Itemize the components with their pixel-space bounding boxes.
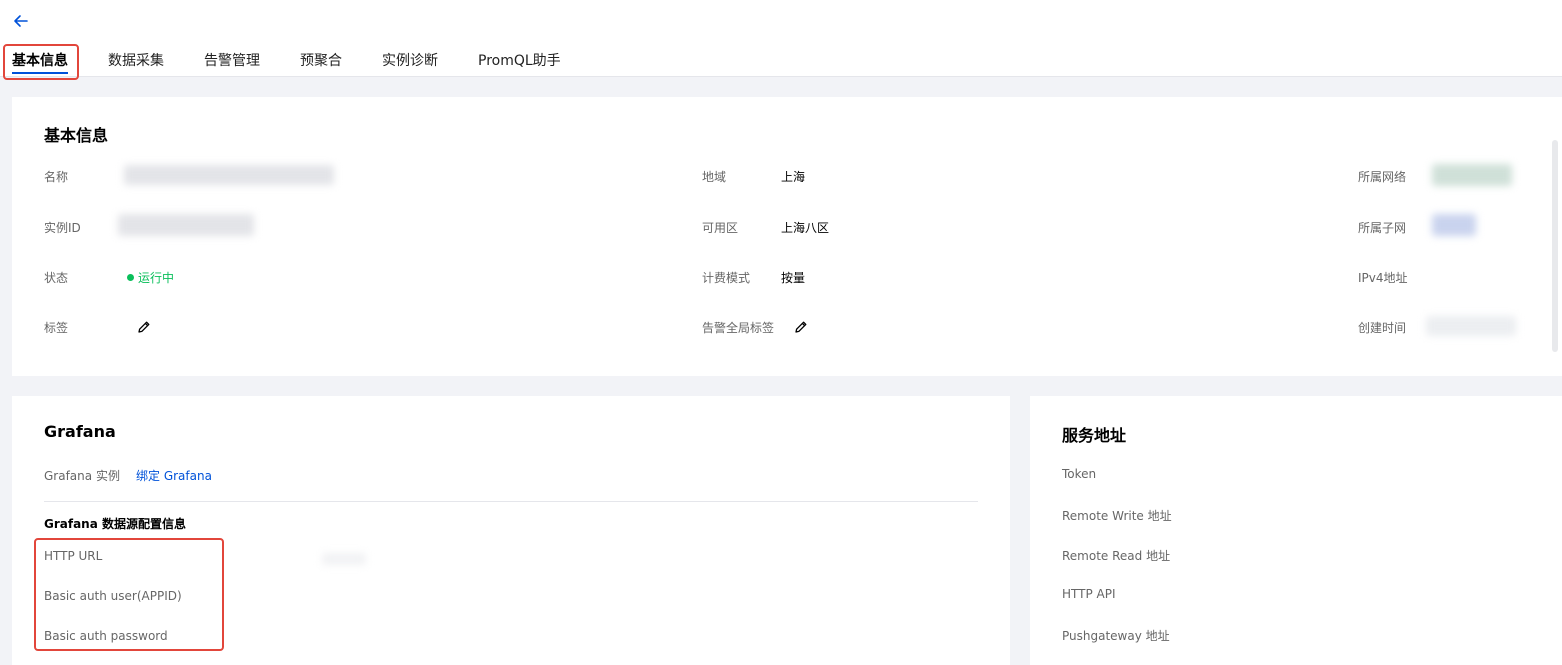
name-value-redacted: [124, 165, 334, 185]
remote-read-label: Remote Read 地址: [1062, 549, 1171, 563]
vpc-label: 所属网络: [1358, 170, 1407, 184]
grafana-title: Grafana: [44, 422, 116, 441]
tab-label: PromQL助手: [478, 53, 561, 69]
bind-grafana-link[interactable]: 绑定 Grafana: [136, 467, 212, 484]
vpc-value-redacted[interactable]: [1432, 164, 1512, 186]
region-value: 上海: [781, 170, 806, 184]
basic-info-card: [12, 97, 1562, 376]
top-bar: 基本信息 数据采集 告警管理 预聚合 实例诊断 PromQL助手: [0, 0, 1562, 77]
tab-label: 预聚合: [300, 53, 342, 69]
zone-label: 可用区: [702, 221, 739, 235]
billing-mode-label: 计费模式: [702, 271, 751, 285]
status-badge: 运行中: [127, 269, 174, 286]
region-label: 地域: [702, 170, 727, 184]
service-address-title: 服务地址: [1062, 426, 1127, 445]
pushgateway-label: Pushgateway 地址: [1062, 629, 1170, 643]
tab-promql-assistant[interactable]: PromQL助手: [478, 44, 561, 77]
http-api-label: HTTP API: [1062, 587, 1116, 601]
grafana-instance-label: Grafana 实例: [44, 469, 120, 483]
http-url-label: HTTP URL: [44, 549, 103, 563]
basic-auth-password-label: Basic auth password: [44, 629, 168, 643]
tab-label: 告警管理: [204, 53, 260, 69]
tab-label: 基本信息: [12, 53, 68, 69]
created-time-value-redacted: [1426, 316, 1516, 336]
zone-value: 上海八区: [781, 221, 830, 235]
tab-alert-management[interactable]: 告警管理: [204, 44, 260, 77]
status-value: 运行中: [138, 271, 175, 285]
remote-write-label: Remote Write 地址: [1062, 509, 1172, 523]
billing-mode-value: 按量: [781, 271, 806, 285]
created-time-label: 创建时间: [1358, 321, 1407, 335]
running-dot-icon: [127, 274, 134, 281]
edit-alert-tags-pencil-icon[interactable]: [794, 320, 808, 334]
tab-basic-info[interactable]: 基本信息: [12, 44, 68, 77]
active-tab-indicator: [12, 72, 68, 74]
alert-global-tags-label: 告警全局标签: [702, 321, 775, 335]
scrollbar[interactable]: [1552, 140, 1558, 352]
basic-auth-user-label: Basic auth user(APPID): [44, 589, 182, 603]
basic-info-title: 基本信息: [44, 126, 109, 145]
ipv4-address-label: IPv4地址: [1358, 271, 1408, 285]
instance-id-value-redacted: [118, 214, 254, 236]
tab-instance-diagnosis[interactable]: 实例诊断: [382, 44, 438, 77]
name-label: 名称: [44, 170, 69, 184]
token-label: Token: [1062, 467, 1097, 481]
http-url-value-redacted: [322, 553, 366, 565]
edit-tags-pencil-icon[interactable]: [137, 320, 151, 334]
tab-label: 实例诊断: [382, 53, 438, 69]
tags-label: 标签: [44, 321, 69, 335]
status-label: 状态: [44, 271, 69, 285]
tab-label: 数据采集: [108, 53, 164, 69]
subnet-value-redacted[interactable]: [1432, 214, 1476, 236]
tab-pre-aggregation[interactable]: 预聚合: [300, 44, 342, 77]
subnet-label: 所属子网: [1358, 221, 1407, 235]
grafana-datasource-title: Grafana 数据源配置信息: [44, 517, 187, 531]
tab-data-collection[interactable]: 数据采集: [108, 44, 164, 77]
grafana-divider: [44, 501, 978, 502]
instance-id-label: 实例ID: [44, 221, 81, 235]
back-arrow-icon[interactable]: [11, 11, 31, 31]
